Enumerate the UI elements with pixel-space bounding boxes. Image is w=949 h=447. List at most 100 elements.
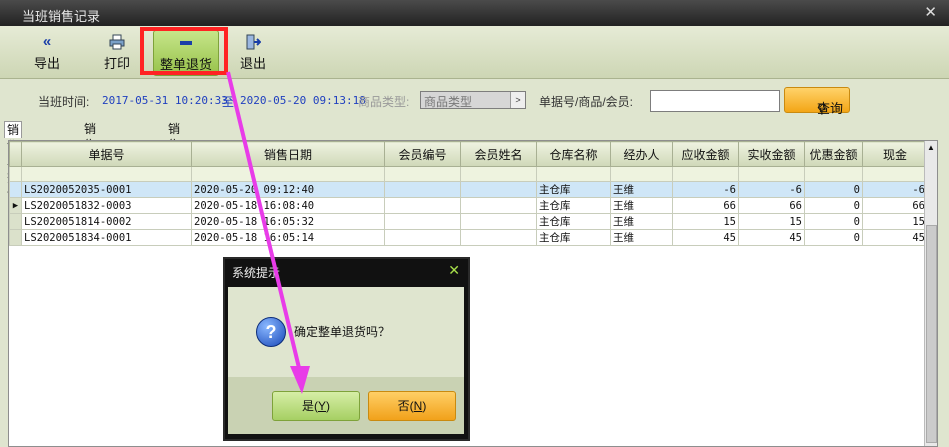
column-header[interactable]: 会员编号 xyxy=(384,141,461,167)
table-cell: 0 xyxy=(804,213,863,230)
table-cell xyxy=(460,197,537,214)
row-indicator xyxy=(9,213,22,230)
no-close-paren: ) xyxy=(422,399,427,413)
export-button[interactable]: « 导出 xyxy=(27,30,67,74)
table-cell: LS2020051814-0002 xyxy=(21,213,192,230)
search-label: 单据号/商品/会员: xyxy=(539,95,634,109)
filter-bar: 当班时间: 2017-05-31 10:20:33 至 2020-05-20 0… xyxy=(0,84,949,116)
dialog-message: 确定整单退货吗？ xyxy=(294,325,391,339)
table-cell: 主仓库 xyxy=(536,197,611,214)
exit-label: 退出 xyxy=(239,56,266,71)
table-cell: 0 xyxy=(804,229,863,246)
table-cell: 45 xyxy=(862,229,928,246)
filter-cell[interactable] xyxy=(536,166,611,182)
table-row[interactable]: LS2020051814-0002 2020-05-18 16:05:32 主仓… xyxy=(9,213,928,230)
filter-cell[interactable] xyxy=(21,166,192,182)
vertical-scrollbar[interactable]: ▲ xyxy=(924,141,937,446)
table-cell: -6 xyxy=(672,181,739,198)
sales-table: 单据号 销售日期 会员编号 会员姓名 仓库名称 经办人 应收金额 实收金额 优惠… xyxy=(8,140,938,447)
print-label: 打印 xyxy=(103,56,130,71)
chevron-right-icon[interactable]: > xyxy=(510,92,525,108)
yes-label: 是( xyxy=(301,399,318,413)
tab-sales-order-query[interactable]: 销售单查询 xyxy=(4,121,23,201)
table-cell: 66 xyxy=(738,197,805,214)
column-header[interactable]: 会员姓名 xyxy=(460,141,537,167)
table-cell: LS2020052035-0001 xyxy=(21,181,192,198)
exit-button[interactable]: 退出 xyxy=(233,30,273,74)
table-cell: 15 xyxy=(862,213,928,230)
table-cell: 主仓库 xyxy=(536,229,611,246)
question-icon: ? xyxy=(256,317,286,347)
table-header-row: 单据号 销售日期 会员编号 会员姓名 仓库名称 经办人 应收金额 实收金额 优惠… xyxy=(9,141,928,167)
product-type-select[interactable]: 商品类型 > xyxy=(420,91,526,109)
print-button[interactable]: 打印 xyxy=(97,30,137,74)
table-cell xyxy=(460,229,537,246)
tab-sales-product-flow[interactable]: 销售商品流水表 xyxy=(166,121,182,232)
table-cell: 2020-05-18 16:08:40 xyxy=(191,197,385,214)
yes-button[interactable]: 是(Y) xyxy=(272,391,360,421)
search-input[interactable] xyxy=(650,90,780,112)
filter-cell[interactable] xyxy=(460,166,537,182)
no-button[interactable]: 否(N) xyxy=(368,391,456,421)
table-cell: -6 xyxy=(738,181,805,198)
table-row[interactable]: LS2020051834-0001 2020-05-18 16:05:14 主仓… xyxy=(9,229,928,246)
row-indicator-header xyxy=(9,141,22,167)
table-cell: 王维 xyxy=(610,213,673,230)
table-cell: 主仓库 xyxy=(536,213,611,230)
scrollbar-thumb[interactable] xyxy=(926,225,937,443)
shift-end-time: 2020-05-20 09:13:18 xyxy=(240,94,366,107)
column-header[interactable]: 单据号 xyxy=(21,141,192,167)
table-cell: 66 xyxy=(672,197,739,214)
scroll-up-icon[interactable]: ▲ xyxy=(925,141,937,155)
shift-time-label: 当班时间: xyxy=(38,95,90,109)
table-cell: 2020-05-18 16:05:14 xyxy=(191,229,385,246)
dialog-close-icon[interactable]: ✕ xyxy=(448,262,460,279)
column-header[interactable]: 应收金额 xyxy=(672,141,739,167)
column-header[interactable]: 优惠金额 xyxy=(804,141,863,167)
filter-cell[interactable] xyxy=(191,166,385,182)
system-prompt-dialog: 系统提示 ✕ ? 确定整单退货吗？ 是(Y) 否(N) xyxy=(223,257,470,441)
table-row[interactable]: ▶ LS2020051832-0003 2020-05-18 16:08:40 … xyxy=(9,197,928,214)
filter-cell[interactable] xyxy=(610,166,673,182)
table-cell xyxy=(384,229,461,246)
sales-record-window: 当班销售记录 ✕ « 导出 打印 整单退货 退出 当班时间: 2017-05-3… xyxy=(0,0,949,447)
column-header[interactable]: 销售日期 xyxy=(191,141,385,167)
table-row[interactable]: LS2020052035-0001 2020-05-20 09:12:40 主仓… xyxy=(9,181,928,198)
table-cell: 王维 xyxy=(610,197,673,214)
column-header[interactable]: 实收金额 xyxy=(738,141,805,167)
table-cell: 15 xyxy=(672,213,739,230)
table-cell xyxy=(384,213,461,230)
exit-door-icon xyxy=(233,34,273,50)
table-cell: 66 xyxy=(862,197,928,214)
row-indicator xyxy=(9,181,22,198)
close-icon[interactable]: ✕ xyxy=(924,3,937,21)
printer-icon xyxy=(97,34,137,50)
yes-close-paren: ) xyxy=(326,399,330,413)
table-cell xyxy=(384,181,461,198)
table-cell: LS2020051832-0003 xyxy=(21,197,192,214)
table-cell xyxy=(460,213,537,230)
column-header[interactable]: 经办人 xyxy=(610,141,673,167)
tab-sales-product-summary[interactable]: 销售商品汇总 xyxy=(82,121,98,216)
window-title: 当班销售记录 xyxy=(22,9,101,24)
column-header[interactable]: 现金 xyxy=(862,141,928,167)
filter-cell[interactable] xyxy=(672,166,739,182)
product-type-label: 商品类型: xyxy=(358,95,410,109)
to-label: 至 xyxy=(222,95,235,109)
table-cell xyxy=(384,197,461,214)
yes-hotkey: Y xyxy=(317,399,326,413)
filter-cell[interactable] xyxy=(384,166,461,182)
filter-cell[interactable] xyxy=(862,166,928,182)
table-cell: 45 xyxy=(672,229,739,246)
table-cell: 0 xyxy=(804,197,863,214)
table-cell: 王维 xyxy=(610,229,673,246)
double-chevron-left-icon: « xyxy=(42,33,52,50)
filter-cell[interactable] xyxy=(738,166,805,182)
title-bar: 当班销售记录 ✕ xyxy=(0,0,949,26)
product-type-value: 商品类型 xyxy=(424,95,473,109)
dialog-title-bar: 系统提示 ✕ xyxy=(225,259,468,283)
table-cell xyxy=(460,181,537,198)
filter-cell[interactable] xyxy=(804,166,863,182)
column-header[interactable]: 仓库名称 xyxy=(536,141,611,167)
query-button[interactable]: ⚲ 查询 xyxy=(784,87,850,116)
